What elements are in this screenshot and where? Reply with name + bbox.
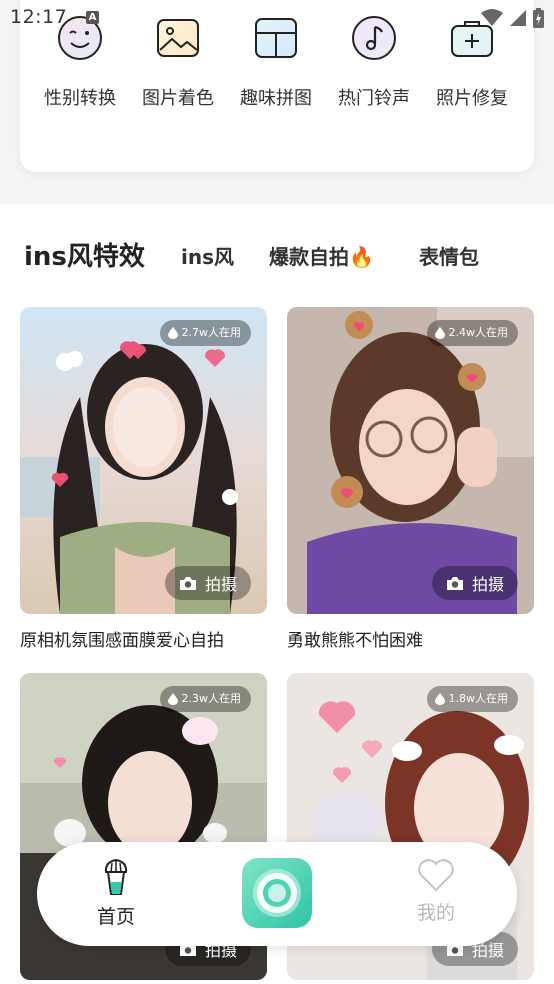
nav-home-label: 首页 (96, 906, 135, 928)
drop-icon (167, 693, 178, 705)
effect-preview-image: 2.7w人在用 拍摄 (20, 307, 267, 614)
lens-icon (253, 869, 301, 917)
wifi-icon (481, 9, 503, 26)
tab-label: 爆款自拍 (269, 245, 349, 269)
camera-capture-button[interactable] (242, 858, 312, 928)
tab-hot-selfie[interactable]: 爆款自拍🔥 (269, 241, 374, 270)
battery-charging-icon (533, 8, 544, 28)
fire-icon: 🔥 (349, 245, 374, 269)
camera-icon (179, 576, 196, 590)
tool-label: 热门铃声 (338, 88, 410, 109)
notification-a-icon: A (86, 11, 99, 24)
effect-title: 原相机氛围感面膜爱心自拍 (20, 631, 224, 651)
category-tabs: ins风特效 ins风 爆款自拍🔥 表情包 (0, 232, 554, 278)
nav-mine-label: 我的 (416, 902, 455, 924)
users-count-badge: 2.4w人在用 (426, 320, 518, 346)
drop-icon (434, 327, 445, 339)
users-count: 2.3w人在用 (181, 692, 242, 705)
drop-icon (434, 693, 445, 705)
tool-label: 图片着色 (142, 88, 214, 109)
shoot-label: 拍摄 (471, 575, 504, 594)
brush-cup-icon (104, 858, 128, 895)
users-count: 2.4w人在用 (448, 326, 509, 339)
effect-card[interactable]: 2.4w人在用 拍摄 勇敢熊熊不怕困难 (287, 307, 534, 651)
users-count-badge: 2.3w人在用 (159, 686, 251, 712)
status-bar: 12:17 A (0, 0, 554, 36)
effect-title: 勇敢熊熊不怕困难 (287, 631, 423, 651)
tool-label: 性别转换 (44, 88, 116, 109)
tab-ins-style[interactable]: ins风 (181, 241, 234, 270)
users-count-badge: 1.8w人在用 (426, 686, 518, 712)
tool-label: 照片修复 (436, 88, 508, 109)
users-count: 2.7w人在用 (181, 326, 242, 339)
effect-card[interactable]: 2.7w人在用 拍摄 原相机氛围感面膜爱心自拍 (20, 307, 267, 651)
tab-stickers[interactable]: 表情包 (419, 241, 479, 270)
camera-icon (446, 576, 463, 590)
tab-ins-effects[interactable]: ins风特效 (24, 236, 145, 273)
status-icons (481, 8, 544, 28)
tool-label: 趣味拼图 (240, 88, 312, 109)
cell-signal-icon (510, 10, 526, 26)
effect-preview-image: 2.4w人在用 拍摄 (287, 307, 534, 614)
shoot-button[interactable]: 拍摄 (165, 566, 251, 600)
bottom-navigation: 首页 我的 (37, 842, 517, 946)
users-count: 1.8w人在用 (448, 692, 509, 705)
users-count-badge: 2.7w人在用 (159, 320, 251, 346)
heart-icon (418, 859, 454, 892)
shoot-label: 拍摄 (204, 575, 237, 594)
nav-home[interactable]: 首页 (76, 858, 156, 929)
nav-mine[interactable]: 我的 (396, 858, 476, 925)
drop-icon (167, 327, 178, 339)
shoot-button[interactable]: 拍摄 (432, 566, 518, 600)
status-time: 12:17 (10, 6, 68, 28)
